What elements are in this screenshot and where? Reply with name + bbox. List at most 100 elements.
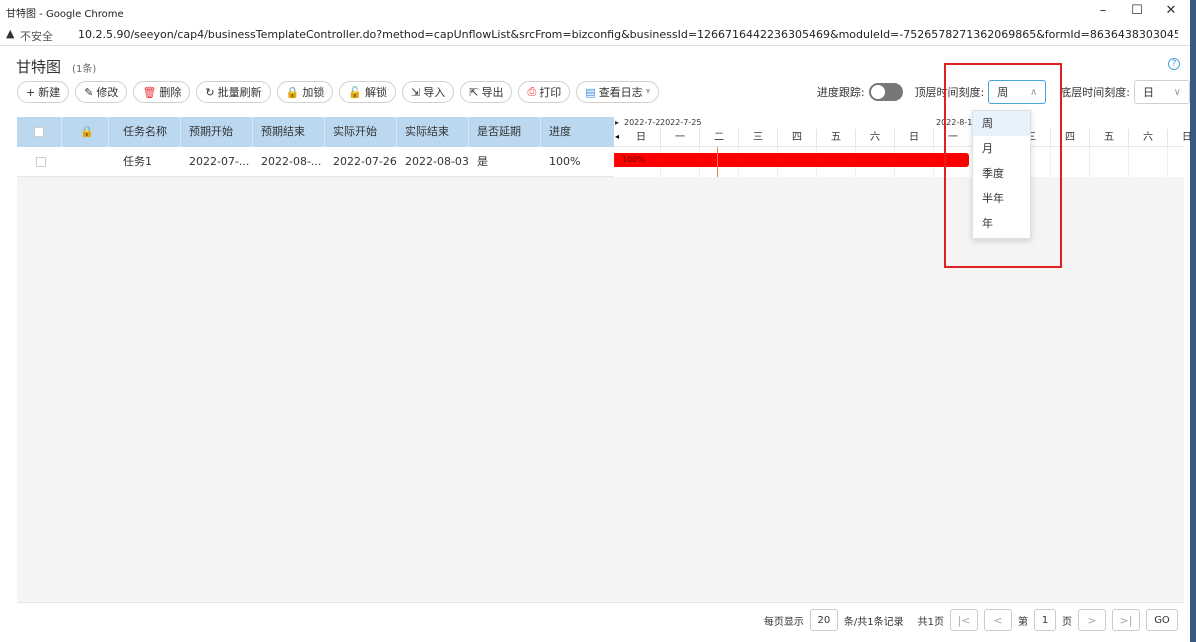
scroll-left-icon[interactable]: ◂ xyxy=(615,132,619,141)
page-title: 甘特图 xyxy=(16,58,62,76)
printer-icon: ⎙ xyxy=(527,85,537,98)
page-input[interactable]: 1 xyxy=(1034,609,1056,631)
maximize-button[interactable]: ☐ xyxy=(1127,3,1147,18)
column-header[interactable]: 实际结束 xyxy=(397,117,469,147)
task-bar[interactable]: 100% xyxy=(614,153,969,167)
import-icon: ⇲ xyxy=(411,85,421,99)
week-label: 2022-7-2 xyxy=(624,118,661,127)
gantt-day-label: 二 xyxy=(700,129,739,147)
warning-icon[interactable]: ▲ xyxy=(6,27,14,40)
address-bar[interactable]: ▲ 不安全 10.2.5.90/seeyon/cap4/businessTemp… xyxy=(0,24,1196,46)
last-page-button[interactable]: >| xyxy=(1112,609,1140,631)
chevron-up-icon: ∧ xyxy=(1029,86,1038,98)
gantt-day-label: 六 xyxy=(1129,129,1168,147)
view-log-button[interactable]: ▤ 查看日志 ▾ xyxy=(576,81,660,103)
gantt-cell xyxy=(1051,147,1090,177)
select-all-checkbox[interactable] xyxy=(17,117,62,147)
gantt-day-label: 四 xyxy=(1051,129,1090,147)
go-button[interactable]: GO xyxy=(1146,609,1178,631)
column-header[interactable]: 进度 xyxy=(541,117,614,147)
column-header[interactable]: 预期开始 xyxy=(181,117,253,147)
gantt-day-label: 五 xyxy=(817,129,856,147)
progress-tracking-toggle[interactable] xyxy=(868,83,903,101)
print-button[interactable]: ⎙ 打印 xyxy=(518,81,571,103)
record-summary: 条/共1条记录 xyxy=(843,616,904,628)
help-icon[interactable]: ? xyxy=(1168,58,1180,70)
table-cell: 2022-08-03 xyxy=(405,155,469,168)
minimize-button[interactable]: – xyxy=(1093,3,1113,18)
new-button[interactable]: + 新建 xyxy=(17,81,70,103)
pager: 每页显示 20 条/共1条记录 共1页 |< < 第 1 页 > >| GO xyxy=(764,609,1178,631)
close-button[interactable]: ✕ xyxy=(1161,3,1181,18)
bottom-scale-select[interactable]: 日 ∨ xyxy=(1134,80,1190,104)
scroll-right-icon[interactable]: ▸ xyxy=(615,118,619,127)
table-header: 🔒 任务名称 预期开始 预期结束 实际开始 实际结束 是否延期 进度 xyxy=(17,117,614,147)
dropdown-option-half-year[interactable]: 半年 xyxy=(973,186,1030,211)
page-prefix: 第 xyxy=(1018,616,1028,628)
table-cell: 2022-07-26 xyxy=(333,155,397,168)
gantt-cell xyxy=(1129,147,1168,177)
gantt-cell xyxy=(1168,147,1196,177)
import-button[interactable]: ⇲ 导入 xyxy=(402,81,455,103)
window-title: 甘特图 - Google Chrome xyxy=(6,9,124,20)
bottom-scale-label: 底层时间刻度: xyxy=(1060,86,1130,99)
table-row[interactable]: 任务1 2022-07-... 2022-08-... 2022-07-26 2… xyxy=(17,147,614,177)
gantt-day-header: ◂ 日一二三四五六日一二三四五六日 xyxy=(614,129,1192,147)
task-table: 🔒 任务名称 预期开始 预期结束 实际开始 实际结束 是否延期 进度 任务1 2… xyxy=(17,117,614,632)
top-scale-label: 顶层时间刻度: xyxy=(914,86,985,99)
refresh-icon: ↻ xyxy=(205,85,215,99)
row-checkbox[interactable] xyxy=(17,147,62,177)
dropdown-option-quarter[interactable]: 季度 xyxy=(973,161,1030,186)
column-header[interactable]: 实际开始 xyxy=(325,117,397,147)
chevron-down-icon: ∨ xyxy=(1173,86,1181,98)
gantt-row: 100% xyxy=(614,147,1184,177)
today-marker xyxy=(717,147,718,177)
column-header[interactable]: 预期结束 xyxy=(253,117,325,147)
window-edge xyxy=(1190,0,1196,642)
batch-refresh-button[interactable]: ↻ 批量刷新 xyxy=(196,81,271,103)
lock-button[interactable]: 🔒 加锁 xyxy=(276,81,334,103)
first-page-button[interactable]: |< xyxy=(950,609,978,631)
page-suffix: 页 xyxy=(1062,616,1072,628)
column-header[interactable]: 是否延期 xyxy=(469,117,541,147)
table-cell: 100% xyxy=(549,155,581,168)
lock-column-icon: 🔒 xyxy=(62,117,109,147)
gantt-day-label: 五 xyxy=(1090,129,1129,147)
lock-icon: 🔒 xyxy=(285,85,300,99)
gantt-day-label: 一 xyxy=(661,129,700,147)
edit-button[interactable]: ✎ 修改 xyxy=(75,81,128,103)
dropdown-option-year[interactable]: 年 xyxy=(973,211,1030,236)
dropdown-option-month[interactable]: 月 xyxy=(973,136,1030,161)
browser-titlebar: 甘特图 - Google Chrome – ☐ ✕ xyxy=(0,0,1196,24)
table-cell: 2022-07-... xyxy=(189,155,250,168)
gantt-day-label: 六 xyxy=(856,129,895,147)
gantt-day-label: 四 xyxy=(778,129,817,147)
unlock-icon: 🔓 xyxy=(348,85,363,99)
column-header[interactable]: 任务名称 xyxy=(109,117,181,147)
toggle-knob xyxy=(870,85,885,99)
gantt-day-label: 日 xyxy=(1168,129,1196,147)
plus-icon: + xyxy=(26,85,36,99)
row-lock-cell xyxy=(62,147,109,177)
progress-tracking-label: 进度跟踪: xyxy=(816,86,865,99)
next-page-button[interactable]: > xyxy=(1078,609,1106,631)
url-text[interactable]: 10.2.5.90/seeyon/cap4/businessTemplateCo… xyxy=(78,28,1178,41)
unlock-button[interactable]: 🔓 解锁 xyxy=(339,81,397,103)
pagination-bar: 每页显示 20 条/共1条记录 共1页 |< < 第 1 页 > >| GO xyxy=(17,602,1184,638)
delete-button[interactable]: 🗑 删除 xyxy=(133,81,191,103)
top-scale-select[interactable]: 周 ∧ xyxy=(988,80,1047,104)
week-label: 2022-8-1 xyxy=(936,118,973,127)
dropdown-option-week[interactable]: 周 xyxy=(973,111,1030,136)
gantt-week-header: ▸ 2022-7-2 2022-7-25 2022-8-1 xyxy=(614,117,1184,129)
per-page-input[interactable]: 20 xyxy=(809,609,838,631)
record-count: (1条) xyxy=(72,64,97,75)
table-cell: 是 xyxy=(477,155,488,168)
gantt-cell xyxy=(1090,147,1129,177)
security-label[interactable]: 不安全 xyxy=(20,28,53,44)
export-button[interactable]: ⇱ 导出 xyxy=(460,81,513,103)
prev-page-button[interactable]: < xyxy=(984,609,1012,631)
total-pages: 共1页 xyxy=(917,616,944,628)
gantt-day-label: 三 xyxy=(739,129,778,147)
edit-icon: ✎ xyxy=(84,85,94,99)
task-name-cell[interactable]: 任务1 xyxy=(109,147,181,177)
